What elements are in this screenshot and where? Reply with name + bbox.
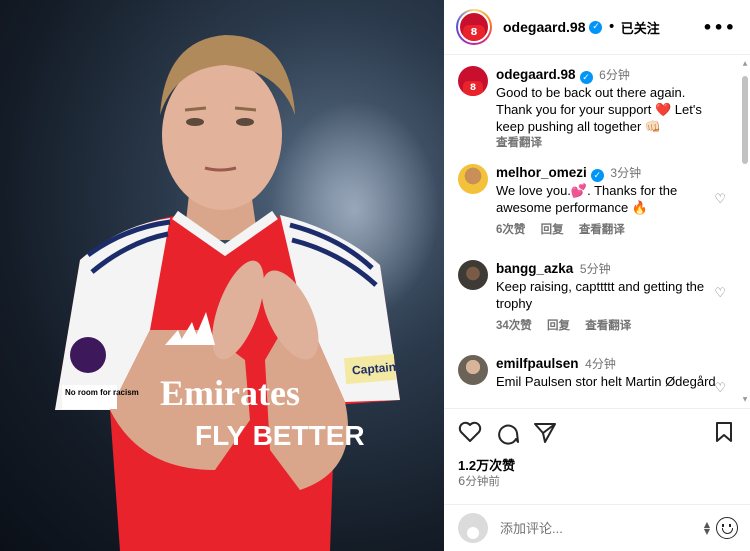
separator: • xyxy=(607,19,616,35)
scrollbar-thumb[interactable] xyxy=(742,76,748,164)
following-button[interactable]: 已关注 xyxy=(621,18,660,37)
verified-badge-icon: ✓ xyxy=(590,169,604,182)
scroll-down-arrow-icon[interactable]: ▼ xyxy=(742,396,748,403)
comments-list[interactable]: 8 odegaard.98 ✓ 6分钟 Good to be back out t… xyxy=(444,56,750,408)
comment-time[interactable]: 3分钟 xyxy=(610,166,641,180)
more-options-icon[interactable]: ••• xyxy=(702,18,736,37)
comment-likes[interactable]: 34次赞 xyxy=(496,320,532,332)
sponsor-text: Emirates xyxy=(160,373,300,413)
instagram-post: No room for racism Captain Emirates FLY … xyxy=(0,0,750,551)
comment-text: Keep raising, capttttt and getting the t… xyxy=(496,279,705,311)
posted-time[interactable]: 6分钟前 xyxy=(458,473,500,489)
caption: 8 odegaard.98 ✓ 6分钟 Good to be back out t… xyxy=(458,66,720,152)
post-photo[interactable]: No room for racism Captain Emirates FLY … xyxy=(0,0,444,551)
reply-button[interactable]: 回复 xyxy=(541,224,564,236)
player-illustration: No room for racism Captain Emirates FLY … xyxy=(55,35,400,551)
sponsor-tagline: FLY BETTER xyxy=(195,420,365,451)
author-username[interactable]: odegaard.98 xyxy=(503,19,585,35)
sleeve-badge-text: No room for racism xyxy=(65,388,139,397)
add-comment-input[interactable] xyxy=(500,520,680,536)
post-actions: 1.2万次赞 6分钟前 xyxy=(444,408,750,504)
comments-scrollbar[interactable]: ▲ ▼ xyxy=(742,60,748,403)
like-comment-heart-icon[interactable]: ♡ xyxy=(714,381,726,396)
comment-avatar[interactable] xyxy=(458,260,488,290)
share-send-icon[interactable] xyxy=(533,421,557,445)
caption-username[interactable]: odegaard.98 xyxy=(496,67,576,82)
current-user-avatar xyxy=(458,513,488,543)
emoji-picker-icon[interactable] xyxy=(716,517,738,539)
comment-username[interactable]: bangg_azka xyxy=(496,261,573,276)
like-comment-heart-icon[interactable]: ♡ xyxy=(714,192,726,207)
post-side-panel: 8 odegaard.98 ✓ • 已关注 ••• 8 odegaard.98 ✓… xyxy=(444,0,750,551)
verified-badge-icon: ✓ xyxy=(589,20,603,34)
comment-item: melhor_omezi ✓ 3分钟 We love you.💕. Thanks … xyxy=(458,164,720,239)
caption-translate-link[interactable]: 查看翻译 xyxy=(496,137,542,149)
scroll-up-arrow-icon[interactable]: ▲ xyxy=(742,60,748,67)
sort-updown-icon[interactable]: ▲ ▼ xyxy=(704,521,710,536)
comment-avatar[interactable] xyxy=(458,355,488,385)
translate-link[interactable]: 查看翻译 xyxy=(579,224,625,236)
verified-badge-icon: ✓ xyxy=(579,71,593,84)
caption-text: Good to be back out there again. Thank y… xyxy=(496,85,702,134)
comment-text: We love you.💕. Thanks for the awesome pe… xyxy=(496,183,678,215)
comment-composer: ▲▼ xyxy=(444,504,750,551)
comment-time[interactable]: 5分钟 xyxy=(580,262,611,276)
comment-likes[interactable]: 6次赞 xyxy=(496,224,525,236)
comment-avatar[interactable] xyxy=(458,164,488,194)
author-avatar[interactable]: 8 xyxy=(456,9,492,45)
caption-author-avatar[interactable]: 8 xyxy=(458,66,488,96)
comment-item: bangg_azka 5分钟 Keep raising, capttttt an… xyxy=(458,260,720,335)
like-heart-icon[interactable] xyxy=(458,421,482,443)
translate-link[interactable]: 查看翻译 xyxy=(585,320,631,332)
comment-username[interactable]: emilfpaulsen xyxy=(496,356,579,371)
comment-text: Emil Paulsen stor helt Martin Ødegård xyxy=(496,374,716,389)
comment-time[interactable]: 4分钟 xyxy=(585,357,616,371)
caption-time[interactable]: 6分钟 xyxy=(599,68,630,82)
post-header: 8 odegaard.98 ✓ • 已关注 ••• xyxy=(444,0,750,55)
comment-item: emilfpaulsen 4分钟 Emil Paulsen stor helt … xyxy=(458,355,720,390)
reply-button[interactable]: 回复 xyxy=(547,320,570,332)
like-comment-heart-icon[interactable]: ♡ xyxy=(714,286,726,301)
comment-bubble-icon[interactable] xyxy=(496,421,520,445)
likes-count[interactable]: 1.2万次赞 xyxy=(458,455,515,474)
save-bookmark-icon[interactable] xyxy=(714,421,734,443)
comment-username[interactable]: melhor_omezi xyxy=(496,165,587,180)
